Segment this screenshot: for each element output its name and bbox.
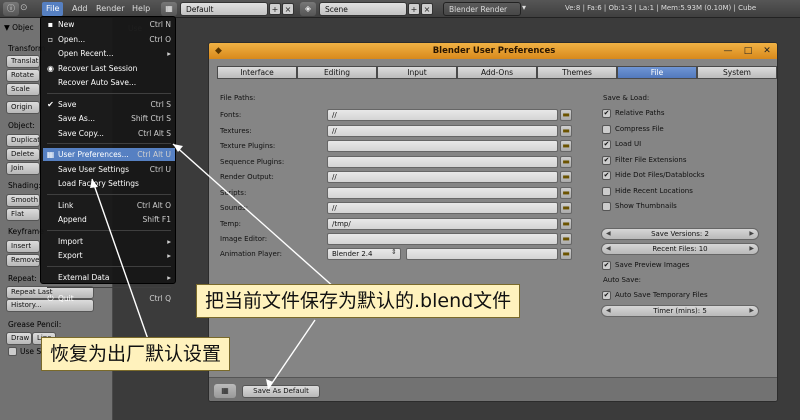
arrow-head-factory (90, 179, 98, 188)
arrow-line-save-button (267, 319, 316, 390)
callout-restore-factory: 恢复为出厂默认设置 (41, 337, 231, 371)
arrow-line-save-default (172, 143, 336, 289)
arrow-line-factory (91, 178, 151, 346)
callout-save-default: 把当前文件保存为默认的.blend文件 (196, 284, 521, 318)
